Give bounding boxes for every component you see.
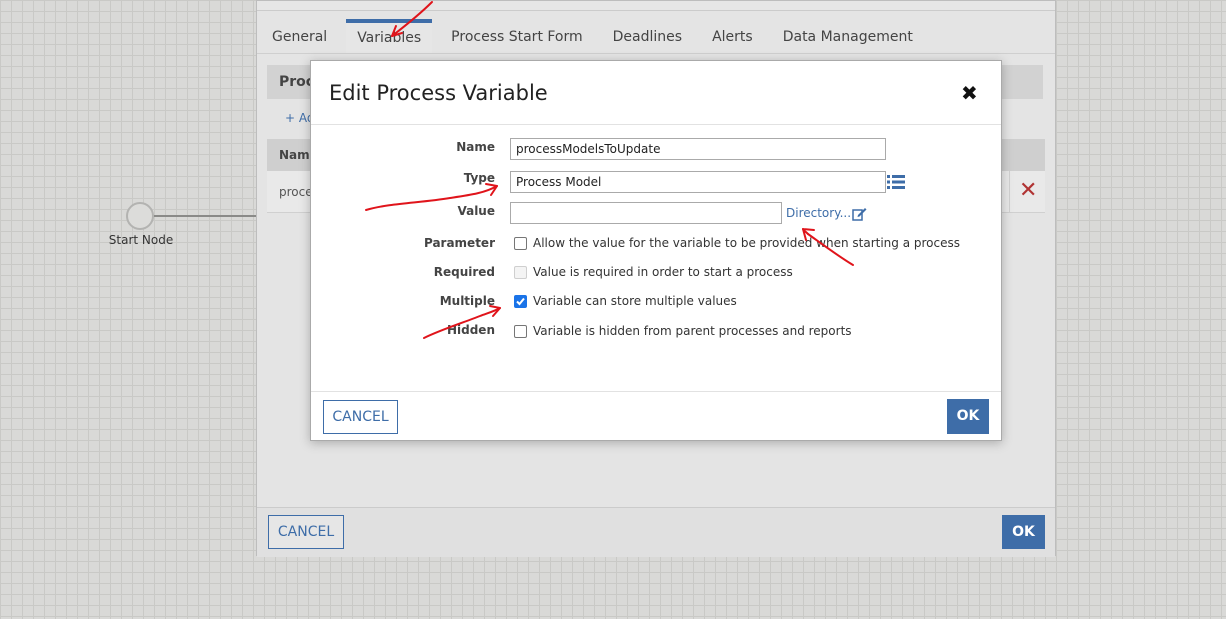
hidden-label: Hidden (446, 323, 495, 337)
required-label: Required (433, 265, 495, 279)
hidden-checkbox[interactable] (514, 325, 527, 338)
close-icon[interactable]: ✖ (961, 81, 978, 105)
tab-alerts[interactable]: Alerts (701, 19, 764, 53)
tab-variables[interactable]: Variables (346, 19, 433, 53)
ok-button[interactable]: OK (1002, 515, 1045, 549)
tab-data-management[interactable]: Data Management (772, 19, 924, 53)
hidden-text: Variable is hidden from parent processes… (533, 324, 852, 338)
list-icon[interactable] (887, 175, 905, 189)
dialog-footer (257, 507, 1055, 557)
directory-link[interactable]: Directory... (786, 206, 851, 220)
name-input[interactable]: processModelsToUpdate (510, 138, 886, 160)
tabs-divider (257, 53, 1055, 54)
close-icon[interactable]: ✕ (1019, 179, 1037, 203)
multiple-label: Multiple (439, 294, 495, 308)
parameter-label: Parameter (423, 236, 495, 250)
modal-title: Edit Process Variable (329, 81, 548, 105)
cancel-button[interactable]: CANCEL (268, 515, 344, 549)
parameter-checkbox[interactable] (514, 237, 527, 250)
ok-button[interactable]: OK (947, 399, 989, 434)
required-text: Value is required in order to start a pr… (533, 265, 793, 279)
modal-footer-divider (311, 391, 1001, 392)
dialog-top-bar (257, 1, 1055, 11)
parameter-text: Allow the value for the variable to be p… (533, 236, 960, 250)
edit-process-variable-modal: Edit Process Variable ✖ Name processMode… (310, 60, 1002, 441)
checkmark-icon (516, 297, 525, 306)
start-node-label: Start Node (108, 233, 174, 247)
tab-general[interactable]: General (261, 19, 338, 53)
required-checkbox (514, 266, 527, 279)
modal-divider (311, 124, 1001, 125)
name-label: Name (456, 140, 495, 154)
tab-deadlines[interactable]: Deadlines (602, 19, 693, 53)
type-input[interactable]: Process Model (510, 171, 886, 193)
cancel-button[interactable]: CANCEL (323, 400, 398, 434)
value-label: Value (457, 204, 495, 218)
type-label: Type (463, 171, 495, 185)
multiple-checkbox[interactable] (514, 295, 527, 308)
multiple-text: Variable can store multiple values (533, 294, 737, 308)
value-input[interactable] (510, 202, 782, 224)
edit-icon[interactable] (852, 207, 867, 221)
sequence-flow-line (154, 215, 258, 217)
tab-process-start-form[interactable]: Process Start Form (440, 19, 593, 53)
start-node[interactable] (126, 202, 154, 230)
tab-bar: General Variables Process Start Form Dea… (261, 19, 932, 53)
